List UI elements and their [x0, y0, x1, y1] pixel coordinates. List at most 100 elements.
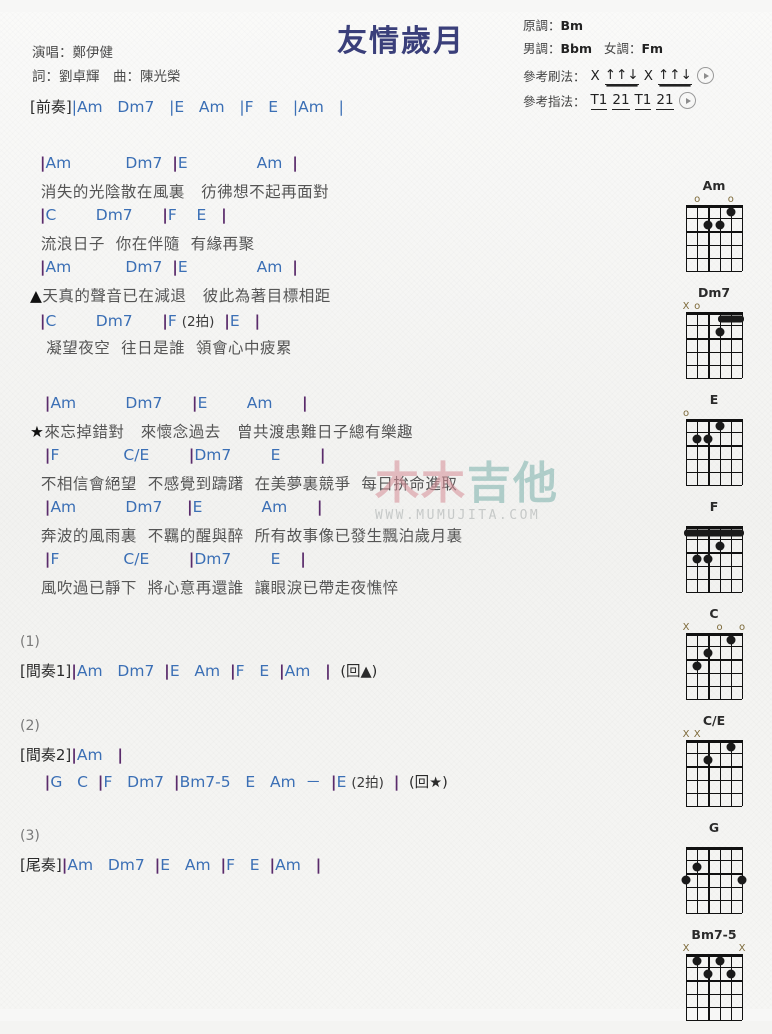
chord-diagram-name: G [708, 820, 720, 835]
string-line [719, 740, 721, 806]
endings: (1) [間奏1]|Am Dm7 |E Am |F E |Am | (回▲) (2)… [0, 634, 560, 880]
finger-dot [715, 327, 725, 337]
string-line [742, 205, 744, 271]
string-line [708, 740, 710, 806]
song-body: [前奏]|Am Dm7 |E Am |F E |Am | |Am Dm7 |E … [0, 96, 560, 880]
play-pick-icon[interactable] [678, 92, 696, 110]
male-key-value: Bbm [560, 41, 593, 57]
string-line [697, 312, 699, 378]
ending-number: (2) [20, 718, 40, 734]
finger-dot [692, 661, 702, 671]
intro-section-label: [前奏] [30, 98, 72, 116]
string-line [686, 419, 688, 485]
string-line [697, 740, 699, 806]
female-key-label: 女調： [603, 41, 642, 57]
intro-line: [前奏]|Am Dm7 |E Am |F E |Am | [0, 96, 560, 122]
lyric-line: 凝望夜空 往日是誰 領會心中疲累 [30, 339, 292, 357]
string-line [719, 205, 721, 271]
string-line [686, 205, 688, 271]
chord-diagram-dm7: Dm7 Xo [666, 285, 762, 380]
chord-line: |Am Dm7 |E Am | [44, 498, 323, 516]
ending-number: (3) [20, 828, 40, 844]
fret-line [686, 378, 742, 380]
string-line [719, 847, 721, 913]
singer-label: 演唱：鄭伊健 [32, 45, 113, 61]
mute-string-icon: X [693, 729, 701, 740]
string-line [686, 312, 688, 378]
finger-dot [692, 862, 702, 872]
chord-sheet: 友情歲月 演唱：鄭伊健 詞：劉卓輝 曲：陳光榮 原調：Bm 男調：Bbm 女調：… [0, 0, 772, 1022]
fret-line [686, 672, 742, 674]
chord-diagram-column: Am o o Dm7 Xo Eo F C Xo o C/E X X G Bm7-5 X X [666, 178, 762, 1034]
play-strum-icon[interactable] [696, 67, 714, 85]
string-line [697, 205, 699, 271]
fret-line [686, 244, 742, 246]
chord-diagram-c: C Xo o [666, 606, 762, 701]
finger-dot [726, 207, 736, 217]
mute-string-icon: X [682, 729, 690, 740]
chord-open-mute-markers: Xo o [682, 622, 745, 633]
lyric-line: 奔波的風雨裏 不羈的醒與醉 所有故事像已發生飄泊歲月裏 [30, 527, 463, 545]
intro-chords: |Am Dm7 |E Am |F E |Am | [71, 98, 344, 116]
chord-fretboard [686, 205, 744, 273]
strum-group-1: ↑↑↓ [604, 66, 639, 85]
fret-line [686, 779, 742, 781]
chord-diagram-am: Am o o [666, 178, 762, 273]
string-line [686, 740, 688, 806]
lyric-line: 消失的光陰散在風裏 彷彿想不起再面對 [30, 183, 330, 201]
fret-line [686, 485, 742, 487]
lyric-line: 不相信會絕望 不感覺到躊躇 在美夢裏競爭 每日拚命進取 [30, 475, 458, 493]
fret-line [686, 325, 742, 327]
fret-line [686, 753, 742, 755]
string-line [708, 633, 710, 699]
chord-fretboard [684, 526, 744, 594]
fret-line [686, 699, 742, 701]
pick-group-4: 21 [656, 91, 674, 110]
chorus: |Am Dm7 |E Am | ★來忘掉錯對 來懷念過去 曾共渡患難日子總有樂趣 … [0, 394, 560, 602]
open-string-icon: o [694, 301, 701, 312]
fret-line [686, 659, 742, 661]
fret-line [686, 231, 742, 233]
fret-line [686, 806, 742, 808]
ending-chord-line: [間奏2]|Am | [20, 746, 124, 764]
ending-chord-line: [尾奏]|Am Dm7 |E Am |F E |Am | [20, 856, 322, 874]
chord-diagram-name: Bm7-5 [691, 927, 737, 942]
chord-open-mute-markers [686, 515, 742, 526]
chord-fretboard [681, 847, 747, 915]
strum-group-2: ↑↑↓ [657, 66, 692, 85]
mute-string-icon: X [682, 943, 690, 954]
pick-group-1: T1 [590, 91, 608, 110]
finger-dot [703, 755, 713, 765]
fret-line [686, 1006, 742, 1008]
fret-line [686, 646, 742, 648]
fret-line [686, 351, 742, 353]
string-line [708, 954, 710, 1020]
string-line [686, 954, 688, 1020]
fret-line [686, 445, 742, 447]
finger-dot [715, 956, 725, 966]
lyric-line: ▲天真的聲音已在減退 彼此為著目標相距 [30, 287, 331, 305]
fret-line [686, 458, 742, 460]
verse-1: |Am Dm7 |E Am | 消失的光陰散在風裏 彷彿想不起再面對 |C Dm… [0, 154, 560, 362]
string-line [742, 633, 744, 699]
fret-line [686, 471, 742, 473]
barre [717, 315, 744, 323]
original-key-label: 原調： [523, 18, 561, 33]
chord-open-mute-markers: Xo [683, 301, 742, 312]
fret-line [686, 552, 742, 554]
string-line [697, 847, 699, 913]
writer-label: 詞：劉卓輝 曲：陳光榮 [32, 68, 181, 85]
mute-string-icon: X [682, 622, 690, 633]
original-key-row: 原調：Bm [523, 14, 758, 37]
chord-diagram-f: F [666, 499, 762, 594]
fret-line [686, 792, 742, 794]
fret-line [686, 967, 742, 969]
pick-group-3: T1 [634, 91, 652, 110]
string-line [708, 312, 710, 378]
